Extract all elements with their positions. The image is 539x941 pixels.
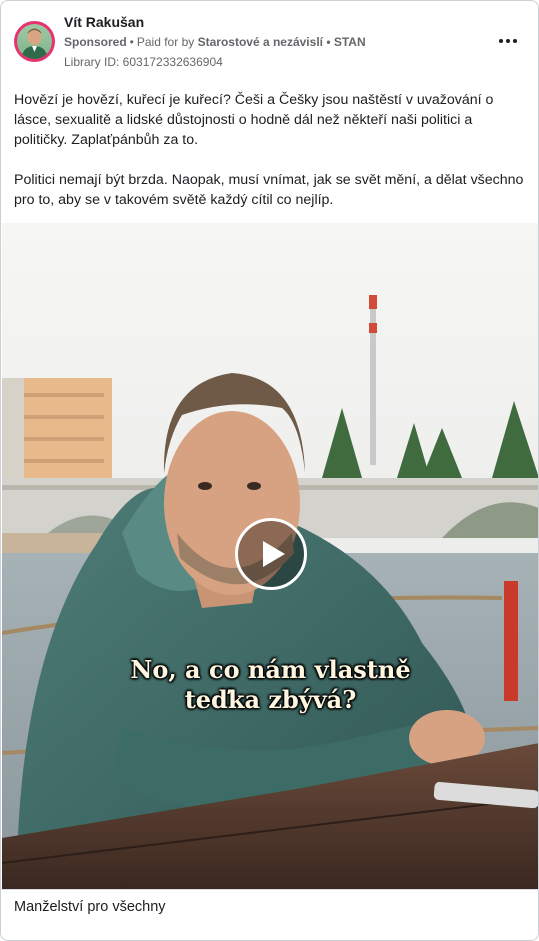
payer-name[interactable]: Starostové a nezávislí • STAN <box>198 35 366 49</box>
post-paragraph: Politici nemají být brzda. Naopak, musí … <box>14 172 524 208</box>
avatar[interactable] <box>14 21 55 62</box>
link-title[interactable]: Manželství pro všechny <box>14 899 166 915</box>
more-options-icon[interactable] <box>496 33 520 49</box>
author-name[interactable]: Vít Rakušan <box>64 14 144 30</box>
video-player[interactable]: No, a co nám vlastně teďka zbývá? <box>2 223 538 889</box>
video-caption-line-1: No, a co nám vlastně <box>130 655 411 684</box>
library-id: Library ID: 603172332636904 <box>64 55 223 69</box>
avatar-image <box>17 24 52 59</box>
post-header: Vít Rakušan Sponsored • Paid for by Staros… <box>1 1 538 77</box>
sponsored-label: Sponsored <box>64 35 127 49</box>
play-icon[interactable] <box>235 518 307 590</box>
post-paragraph: Hovězí je hovězí, kuřecí je kuřecí? Češi… <box>14 92 494 148</box>
sponsorship-line: Sponsored • Paid for by Starostové a nezáv… <box>64 35 366 49</box>
ad-card: Vít Rakušan Sponsored • Paid for by Staros… <box>0 0 539 941</box>
video-caption-line-2: teďka zbývá? <box>184 685 357 714</box>
post-footer[interactable]: Manželství pro všechny <box>1 889 538 929</box>
paid-for-prefix: Paid for by <box>136 35 195 49</box>
post-text: Hovězí je hovězí, kuřecí je kuřecí? Češi… <box>14 90 526 230</box>
